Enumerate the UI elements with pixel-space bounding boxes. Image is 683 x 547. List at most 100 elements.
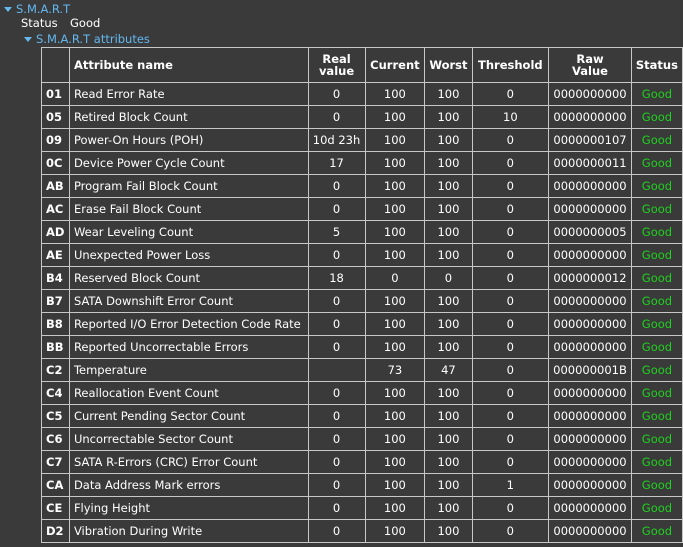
- threshold-value: 0: [471, 289, 550, 313]
- column-header-threshold[interactable]: Threshold: [471, 47, 550, 83]
- smart-attributes-node[interactable]: S.M.A.R.T attributes: [24, 31, 150, 47]
- real-value: 0: [307, 496, 366, 520]
- raw-value: 0000000000: [548, 335, 632, 359]
- attribute-name: Reserved Block Count: [68, 266, 309, 290]
- real-value: 0: [307, 427, 366, 451]
- column-header-raw-value[interactable]: Raw Value: [548, 47, 632, 83]
- real-value: 5: [307, 220, 366, 244]
- smart-node[interactable]: S.M.A.R.T: [4, 1, 70, 17]
- expand-arrow-icon[interactable]: [4, 7, 12, 12]
- attribute-id: CA: [41, 473, 70, 497]
- real-value: 0: [307, 197, 366, 221]
- current-value: 100: [364, 289, 426, 313]
- raw-value: 0000000005: [548, 220, 632, 244]
- current-value: 100: [364, 335, 426, 359]
- table-row[interactable]: C6 Uncorrectable Sector Count 0 100 100 0 0000…: [41, 427, 683, 451]
- raw-value: 0000000000: [548, 427, 632, 451]
- worst-value: 100: [424, 128, 473, 152]
- current-value: 100: [364, 243, 426, 267]
- table-row[interactable]: CE Flying Height 0 100 100 0 0000000000 Good: [41, 496, 683, 520]
- real-value: 18: [307, 266, 366, 290]
- current-value: 73: [364, 358, 426, 382]
- real-value: 0: [307, 404, 366, 428]
- attribute-name: Read Error Rate: [68, 82, 309, 106]
- real-value: 0: [307, 335, 366, 359]
- attribute-id: AE: [41, 243, 70, 267]
- table-row[interactable]: AE Unexpected Power Loss 0 100 100 0 000000000…: [41, 243, 683, 267]
- status-value: Good: [630, 266, 683, 290]
- raw-value: 0000000000: [548, 82, 632, 106]
- attribute-name: Temperature: [68, 358, 309, 382]
- threshold-value: 0: [471, 519, 550, 543]
- smart-node-label: S.M.A.R.T: [16, 2, 71, 16]
- column-header-worst[interactable]: Worst: [424, 47, 473, 83]
- current-value: 100: [364, 381, 426, 405]
- status-value: Good: [70, 16, 101, 30]
- real-value: [307, 358, 366, 382]
- status-value: Good: [630, 151, 683, 175]
- status-value: Good: [630, 381, 683, 405]
- table-row[interactable]: CA Data Address Mark errors 0 100 100 1 000000…: [41, 473, 683, 497]
- table-row[interactable]: BB Reported Uncorrectable Errors 0 100 100 0 0…: [41, 335, 683, 359]
- raw-value: 0000000011: [548, 151, 632, 175]
- threshold-value: 0: [471, 266, 550, 290]
- smart-attributes-table: Attribute name Real value Current Worst …: [41, 47, 683, 543]
- column-header-id[interactable]: [41, 47, 70, 83]
- attribute-id: AB: [41, 174, 70, 198]
- table-row[interactable]: 0C Device Power Cycle Count 17 100 100 0 00000…: [41, 151, 683, 175]
- real-value: 0: [307, 105, 366, 129]
- table-row[interactable]: C7 SATA R-Errors (CRC) Error Count 0 100 100…: [41, 450, 683, 474]
- status-value: Good: [630, 404, 683, 428]
- table-row[interactable]: AB Program Fail Block Count 0 100 100 0 000000…: [41, 174, 683, 198]
- table-row[interactable]: B7 SATA Downshift Error Count 0 100 100 0 0000…: [41, 289, 683, 313]
- raw-value: 0000000000: [548, 243, 632, 267]
- column-header-attribute-name[interactable]: Attribute name: [68, 47, 309, 83]
- attribute-name: Data Address Mark errors: [68, 473, 309, 497]
- worst-value: 100: [424, 289, 473, 313]
- column-header-status[interactable]: Status: [630, 47, 683, 83]
- threshold-value: 10: [471, 105, 550, 129]
- raw-value: 0000000000: [548, 519, 632, 543]
- table-row[interactable]: C2 Temperature 73 47 0 000000001B Good: [41, 358, 683, 382]
- attribute-name: Erase Fail Block Count: [68, 197, 309, 221]
- worst-value: 100: [424, 312, 473, 336]
- threshold-value: 0: [471, 381, 550, 405]
- smart-attributes-label: S.M.A.R.T attributes: [36, 32, 150, 46]
- status-value: Good: [630, 519, 683, 543]
- table-row[interactable]: AC Erase Fail Block Count 0 100 100 0 00000000…: [41, 197, 683, 221]
- table-row[interactable]: C4 Reallocation Event Count 0 100 100 0 000000…: [41, 381, 683, 405]
- real-value: 0: [307, 519, 366, 543]
- status-value: Good: [630, 496, 683, 520]
- column-header-current[interactable]: Current: [364, 47, 426, 83]
- attribute-id: AC: [41, 197, 70, 221]
- attribute-id: D2: [41, 519, 70, 543]
- table-row[interactable]: C5 Current Pending Sector Count 0 100 100 0 00…: [41, 404, 683, 428]
- expand-arrow-icon[interactable]: [24, 37, 32, 42]
- attribute-id: B7: [41, 289, 70, 313]
- current-value: 100: [364, 312, 426, 336]
- raw-value: 0000000000: [548, 174, 632, 198]
- table-row[interactable]: D2 Vibration During Write 0 100 100 0 00000000…: [41, 519, 683, 543]
- attribute-name: Reported Uncorrectable Errors: [68, 335, 309, 359]
- threshold-value: 0: [471, 496, 550, 520]
- current-value: 100: [364, 404, 426, 428]
- current-value: 100: [364, 197, 426, 221]
- status-value: Good: [630, 197, 683, 221]
- table-row[interactable]: B4 Reserved Block Count 18 0 0 0 0000000012 Goo…: [41, 266, 683, 290]
- table-row[interactable]: 09 Power-On Hours (POH) 10d 23h 100 100 0 0000…: [41, 128, 683, 152]
- worst-value: 100: [424, 404, 473, 428]
- table-row[interactable]: 01 Read Error Rate 0 100 100 0 0000000000 Good: [41, 82, 683, 106]
- column-header-real-value[interactable]: Real value: [307, 47, 366, 83]
- current-value: 100: [364, 427, 426, 451]
- attribute-id: C5: [41, 404, 70, 428]
- table-row[interactable]: 05 Retired Block Count 0 100 100 10 0000000000…: [41, 105, 683, 129]
- table-row[interactable]: B8 Reported I/O Error Detection Code Rate…: [41, 312, 683, 336]
- attribute-id: BB: [41, 335, 70, 359]
- attribute-id: C2: [41, 358, 70, 382]
- status-value: Good: [630, 174, 683, 198]
- raw-value: 000000001B: [548, 358, 632, 382]
- raw-value: 0000000000: [548, 197, 632, 221]
- table-row[interactable]: AD Wear Leveling Count 5 100 100 0 0000000005 G…: [41, 220, 683, 244]
- raw-value: 0000000000: [548, 404, 632, 428]
- status-value: Good: [630, 105, 683, 129]
